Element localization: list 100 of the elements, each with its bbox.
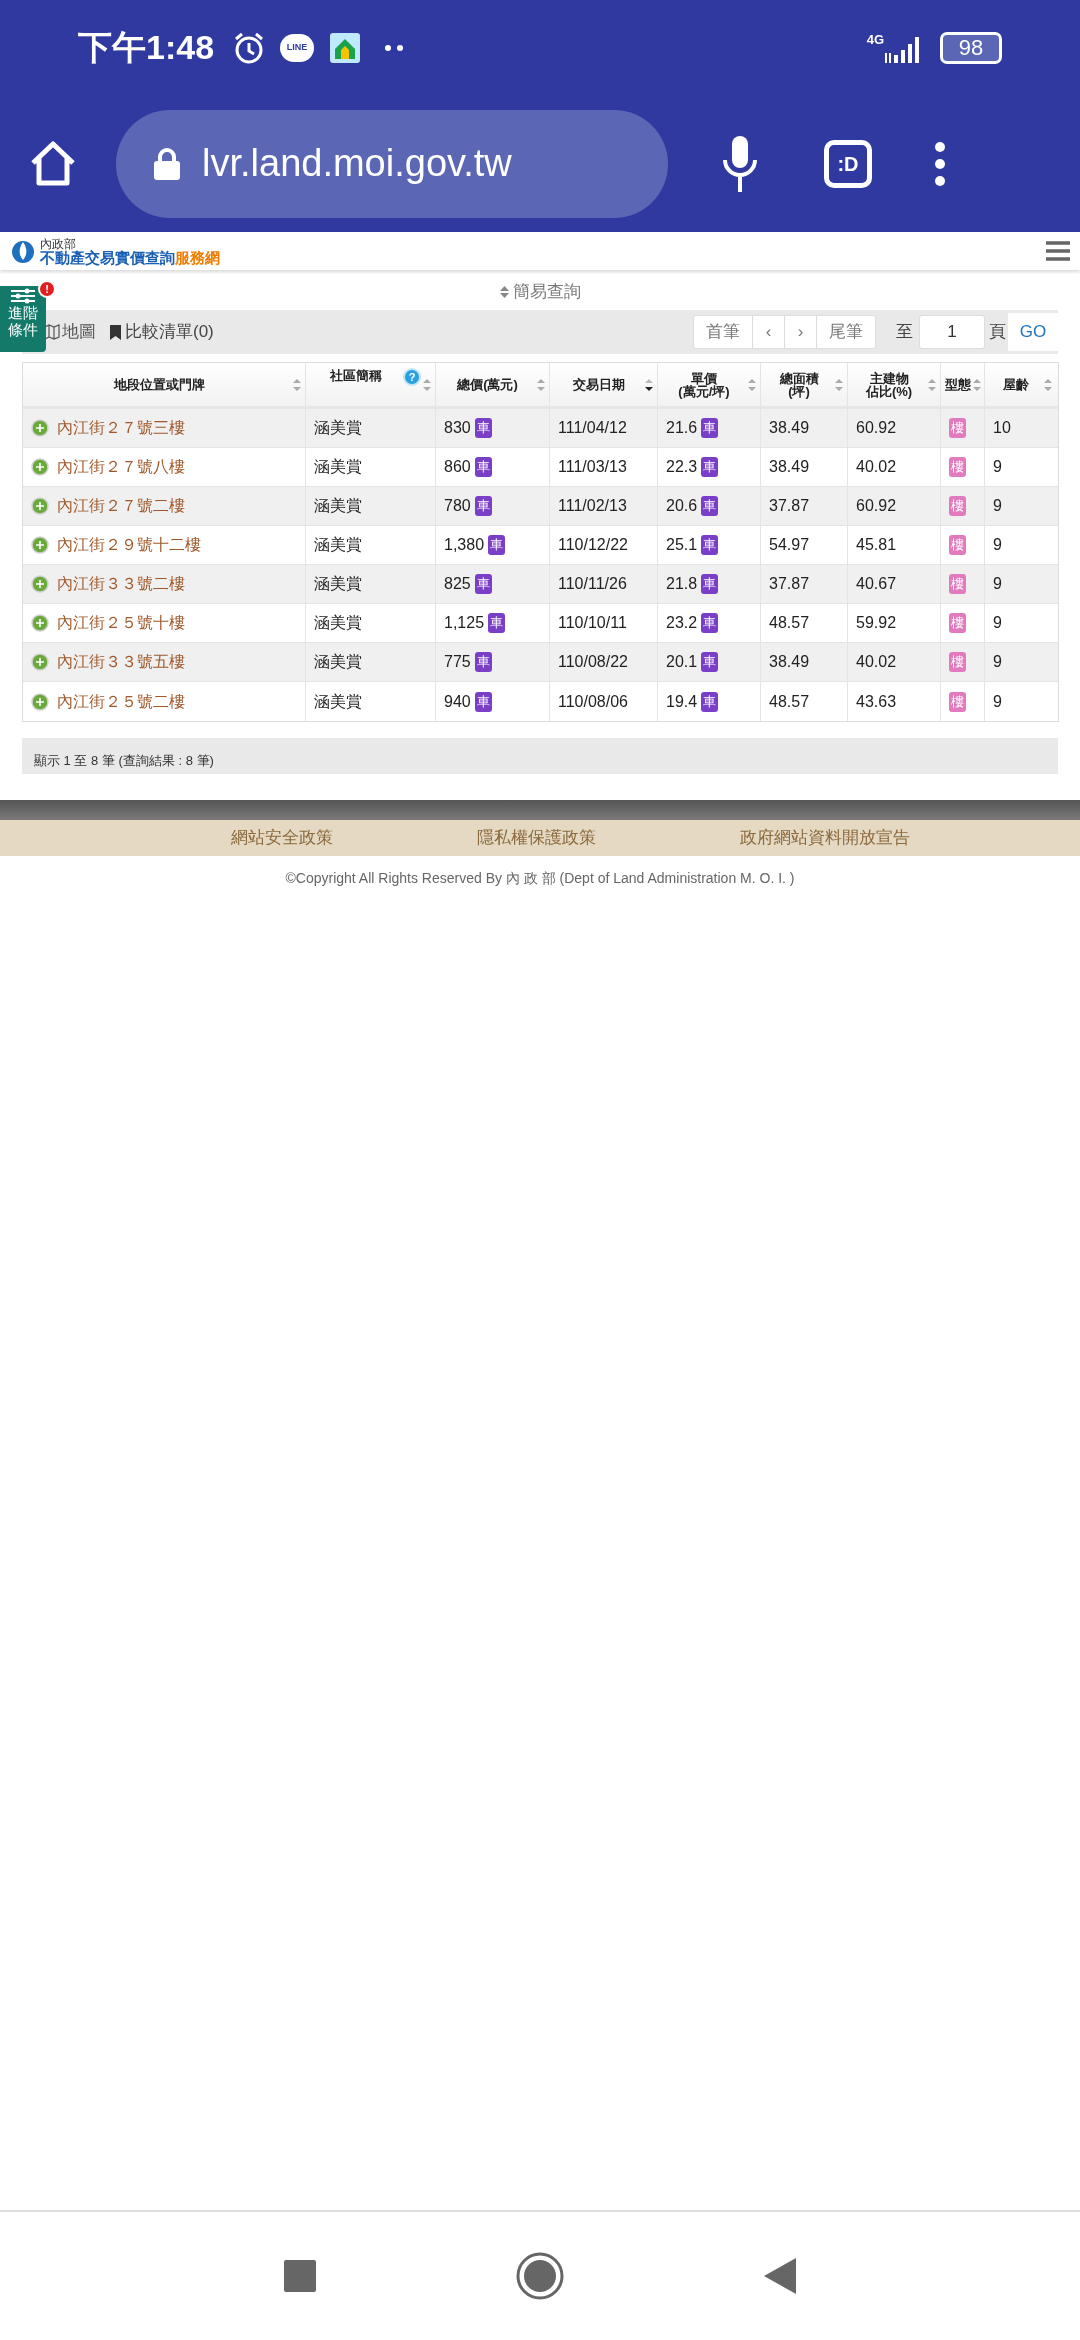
sort-icon[interactable]	[748, 378, 756, 391]
home-app-icon	[330, 32, 361, 63]
footer-link[interactable]: 網站安全政策	[230, 825, 333, 851]
footer-link[interactable]: 隱私權保護政策	[476, 825, 596, 851]
table-cell-text: 涵美賞	[314, 496, 362, 516]
table-cell-text: 40.67	[856, 574, 897, 594]
address-link[interactable]: 內江街２９號十二樓	[57, 533, 201, 557]
expand-row-icon[interactable]	[31, 536, 49, 554]
sort-icon[interactable]	[928, 378, 936, 391]
more-menu-icon[interactable]	[934, 140, 946, 187]
goto-label: 至	[896, 321, 913, 344]
table-cell-text: 940	[444, 691, 471, 712]
table-cell-text: 1,380	[444, 535, 485, 555]
address-link[interactable]: 內江街３３號五樓	[57, 650, 185, 674]
table-cell-text: 涵美賞	[314, 691, 362, 712]
table-cell-text: 110/11/26	[558, 574, 627, 594]
advanced-filter-label: 進階	[8, 304, 38, 321]
building-type-tag: 樓	[949, 574, 966, 594]
network-type: 4G	[866, 31, 884, 49]
table-cell-text: 9	[993, 535, 1002, 555]
menu-icon[interactable]	[1046, 241, 1070, 261]
next-page-button[interactable]: ›	[785, 316, 817, 348]
table-cell-text: 825	[444, 574, 471, 594]
table-cell-text: 54.97	[769, 535, 810, 555]
copyright-text: ©Copyright All Rights Reserved By 內 政 部 (Dept of Land Administration M. O. I. )	[285, 869, 795, 888]
address-link[interactable]: 內江街２７號八樓	[57, 455, 185, 479]
column-header: 交易日期	[572, 378, 625, 391]
sort-icon[interactable]	[423, 378, 431, 391]
table-cell-text: 111/04/12	[558, 418, 627, 438]
table-cell-text: 9	[993, 496, 1002, 516]
expand-row-icon[interactable]	[31, 419, 49, 437]
expand-row-icon[interactable]	[31, 497, 49, 515]
building-type-tag: 樓	[949, 691, 966, 712]
help-icon[interactable]: ?	[403, 368, 421, 386]
column-header: 主建物	[869, 371, 909, 385]
sort-icon[interactable]	[835, 378, 843, 391]
sort-descending-icon[interactable]	[645, 378, 653, 391]
table-cell-text: 25.1	[666, 535, 698, 555]
parking-tag: 車	[488, 535, 506, 555]
map-icon	[44, 324, 60, 340]
address-link[interactable]: 內江街２７號二樓	[57, 494, 185, 518]
address-link[interactable]: 內江街３３號二樓	[57, 572, 185, 596]
parking-tag: 車	[474, 418, 492, 438]
table-cell-text: 38.49	[769, 652, 810, 672]
sort-icon[interactable]	[293, 378, 301, 391]
home-button-icon[interactable]	[516, 2252, 564, 2300]
parking-tag: 車	[701, 496, 719, 516]
previous-page-button[interactable]: ‹	[753, 316, 785, 348]
expand-row-icon[interactable]	[31, 653, 49, 671]
back-icon[interactable]	[764, 2258, 796, 2294]
expand-row-icon[interactable]	[31, 692, 49, 711]
table-cell-text: 9	[993, 652, 1002, 672]
expand-row-icon[interactable]	[31, 458, 49, 476]
advanced-filter-button[interactable]: 進階 條件	[0, 286, 46, 352]
sliders-icon	[10, 288, 36, 304]
column-header: (萬元/坪)	[678, 384, 730, 398]
table-cell-text: 22.3	[666, 457, 698, 477]
alert-badge: !	[38, 280, 56, 298]
ministry-name: 內政部	[40, 237, 77, 250]
table-cell-text: 23.2	[666, 613, 698, 633]
address-link[interactable]: 內江街２５號十樓	[57, 611, 185, 635]
address-link[interactable]: 內江街２５號二樓	[57, 689, 185, 714]
simple-query-toggle[interactable]: 簡易查詢	[512, 279, 581, 305]
table-cell-text: 110/08/06	[558, 691, 628, 712]
address-link[interactable]: 內江街２７號三樓	[57, 416, 185, 440]
table-cell-text: 48.57	[769, 613, 810, 633]
table-cell-text: 涵美賞	[314, 535, 362, 555]
table-cell-text: 780	[444, 496, 471, 516]
go-button[interactable]: GO	[1008, 313, 1058, 351]
table-cell-text: 59.92	[856, 613, 897, 633]
table-cell-text: 1,125	[444, 613, 485, 633]
page-number-field[interactable]: 1	[919, 315, 985, 349]
sort-icon[interactable]	[1044, 378, 1052, 391]
chat-app-icon: LINE	[280, 33, 315, 62]
sort-icon[interactable]	[537, 378, 545, 391]
table-cell-text: 60.92	[856, 418, 897, 438]
map-link[interactable]: 地圖	[62, 319, 96, 345]
address-bar[interactable]: lvr.land.moi.gov.tw	[116, 109, 668, 218]
table-cell-text: 38.49	[769, 418, 810, 438]
parking-tag: 車	[701, 574, 719, 594]
table-cell-text: 21.8	[666, 574, 698, 594]
compare-list-link[interactable]: 比較清單(0)	[125, 319, 214, 345]
table-cell-text: 830	[444, 418, 471, 438]
parking-tag: 車	[474, 574, 492, 594]
table-cell-text: 48.57	[769, 691, 810, 712]
expand-row-icon[interactable]	[31, 614, 49, 632]
expand-row-icon[interactable]	[31, 575, 49, 593]
first-page-button[interactable]: 首筆	[694, 316, 753, 348]
column-header: 佔比(%)	[865, 384, 913, 398]
table-cell-text: 涵美賞	[314, 418, 362, 438]
parking-tag: 車	[701, 652, 719, 672]
last-page-button[interactable]: 尾筆	[817, 316, 875, 348]
table-cell-text: 10	[993, 418, 1011, 438]
footer-link[interactable]: 政府網站資料開放宣告	[739, 825, 910, 851]
tab-switcher-button[interactable]: :D	[824, 139, 872, 188]
building-type-tag: 樓	[949, 496, 966, 516]
column-header: 總價(萬元)	[457, 378, 518, 391]
microphone-icon[interactable]	[723, 135, 757, 192]
parking-tag: 車	[701, 691, 719, 712]
sort-icon[interactable]	[973, 378, 981, 391]
